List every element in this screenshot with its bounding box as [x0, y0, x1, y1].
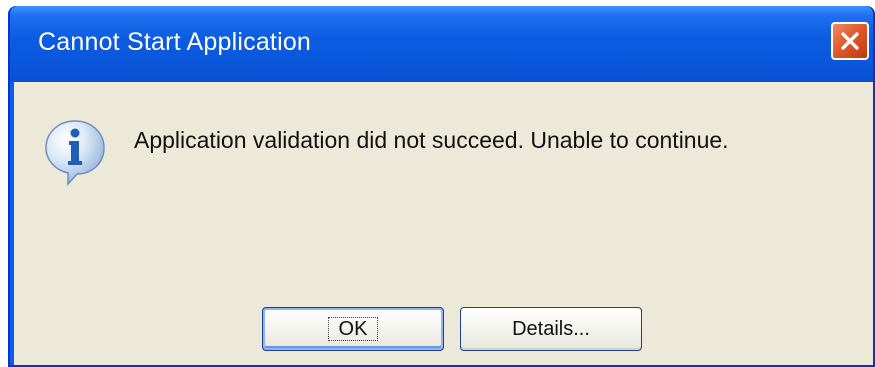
close-icon	[841, 32, 859, 50]
ok-button-label: OK	[327, 317, 379, 341]
details-button-label: Details...	[512, 318, 590, 340]
dialog-title: Cannot Start Application	[38, 28, 312, 56]
cannot-start-application-dialog: Cannot Start Application Application val…	[8, 6, 875, 367]
information-icon	[44, 118, 106, 186]
ok-button[interactable]: OK	[262, 307, 444, 351]
title-bar[interactable]: Cannot Start Application	[10, 6, 873, 82]
close-button[interactable]	[831, 22, 869, 60]
error-message: Application validation did not succeed. …	[134, 127, 729, 153]
dialog-body: Application validation did not succeed. …	[14, 82, 873, 365]
details-button[interactable]: Details...	[460, 307, 642, 351]
